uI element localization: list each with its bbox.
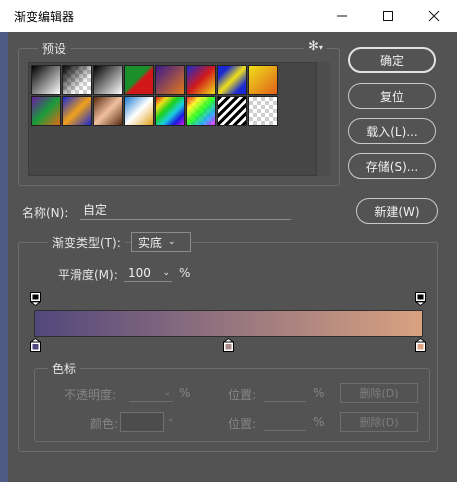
opacity-stop-right[interactable] — [415, 292, 426, 306]
opacity-label: 不透明度: — [64, 388, 117, 402]
preset-swatch[interactable] — [217, 96, 247, 126]
close-icon — [428, 10, 440, 22]
load-button[interactable]: 载入(L)... — [348, 118, 436, 144]
preset-swatch[interactable] — [248, 65, 278, 95]
minimize-icon — [337, 15, 347, 17]
name-label: 名称(N): — [22, 206, 69, 220]
minimize-button[interactable] — [319, 0, 365, 32]
close-button[interactable] — [411, 0, 457, 32]
preset-swatch[interactable] — [62, 65, 92, 95]
smoothness-label: 平滑度(M): — [58, 268, 118, 282]
stops-group-label: 色标 — [48, 360, 81, 377]
opacity-input[interactable]: ⌄ — [129, 384, 173, 402]
chevron-down-icon: ⌄ — [167, 414, 175, 424]
gradient-preview-bar[interactable] — [34, 310, 423, 337]
preset-swatches — [28, 62, 330, 176]
maximize-button[interactable] — [365, 0, 411, 32]
title-bar: 渐变编辑器 — [0, 0, 457, 32]
chevron-down-icon: ⌄ — [162, 267, 170, 278]
preset-swatch[interactable] — [93, 96, 123, 126]
presets-label: 预设 — [38, 40, 71, 57]
preset-swatch[interactable] — [31, 96, 61, 126]
opacity-location-label: 位置: — [228, 388, 257, 402]
presets-scrollbar[interactable] — [316, 62, 330, 176]
opacity-stop-left[interactable] — [30, 292, 41, 306]
gradient-type-select[interactable]: 实底 ⌄ — [131, 232, 191, 252]
name-input[interactable]: 自定 — [80, 202, 291, 220]
chevron-down-icon: ▾ — [318, 42, 323, 52]
delete-opacity-stop-button[interactable]: 删除(D) — [340, 383, 418, 403]
preset-swatch[interactable] — [124, 65, 154, 95]
color-location-label: 位置: — [228, 417, 257, 431]
gear-icon: ✻ — [308, 39, 319, 54]
ok-button[interactable]: 确定 — [348, 47, 436, 73]
chevron-down-icon: ⌄ — [168, 237, 176, 247]
preset-swatch[interactable] — [248, 96, 278, 126]
color-label: 颜色: — [90, 417, 119, 431]
chevron-down-icon: ⌄ — [163, 387, 171, 398]
preset-swatch[interactable] — [124, 96, 154, 126]
color-location-unit: % — [313, 415, 325, 429]
stop-color-swatch[interactable] — [120, 412, 164, 432]
delete-color-stop-button[interactable]: 删除(D) — [340, 412, 418, 432]
color-stop-middle[interactable] — [223, 338, 234, 352]
reset-button[interactable]: 复位 — [348, 83, 436, 109]
opacity-location-unit: % — [313, 386, 325, 400]
color-stop-left[interactable] — [30, 338, 41, 352]
maximize-icon — [383, 11, 393, 21]
background-edge — [0, 32, 8, 482]
smoothness-input[interactable]: 100 ⌄ — [124, 264, 172, 282]
smoothness-value: 100 — [128, 265, 151, 280]
new-button[interactable]: 新建(W) — [356, 198, 438, 224]
gradient-type-label: 渐变类型(T): — [48, 234, 125, 251]
smoothness-unit: % — [179, 266, 191, 280]
save-button[interactable]: 存储(S)... — [348, 153, 436, 179]
preset-swatch[interactable] — [155, 96, 185, 126]
opacity-unit: % — [179, 386, 191, 400]
color-location-input[interactable] — [264, 413, 306, 431]
window-title: 渐变编辑器 — [14, 10, 75, 24]
preset-swatch[interactable] — [155, 65, 185, 95]
preset-swatch[interactable] — [186, 96, 216, 126]
preset-swatch[interactable] — [31, 65, 61, 95]
presets-menu-button[interactable]: ✻ ▾ — [304, 40, 327, 54]
gradient-type-value: 实底 — [138, 235, 163, 250]
opacity-location-input[interactable] — [264, 384, 306, 402]
color-stop-right[interactable] — [415, 338, 426, 352]
preset-swatch[interactable] — [186, 65, 216, 95]
preset-swatch[interactable] — [93, 65, 123, 95]
preset-swatch[interactable] — [62, 96, 92, 126]
preset-swatch[interactable] — [217, 65, 247, 95]
